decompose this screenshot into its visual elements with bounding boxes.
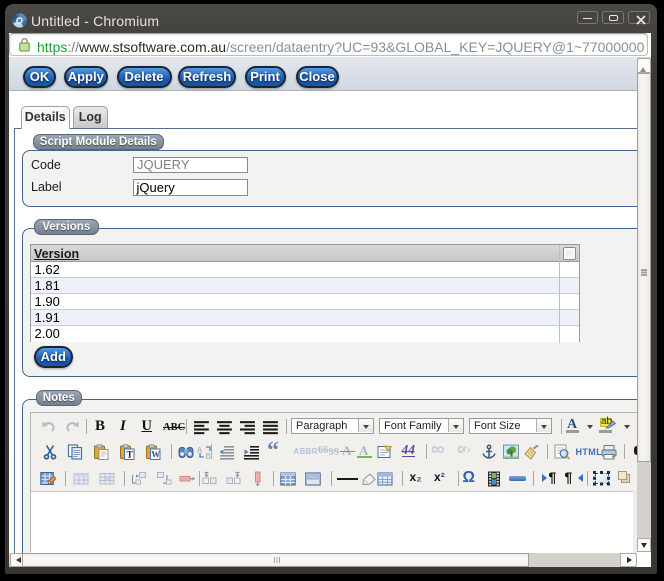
svg-text:T: T [126, 451, 133, 461]
svg-text:W: W [151, 450, 160, 460]
